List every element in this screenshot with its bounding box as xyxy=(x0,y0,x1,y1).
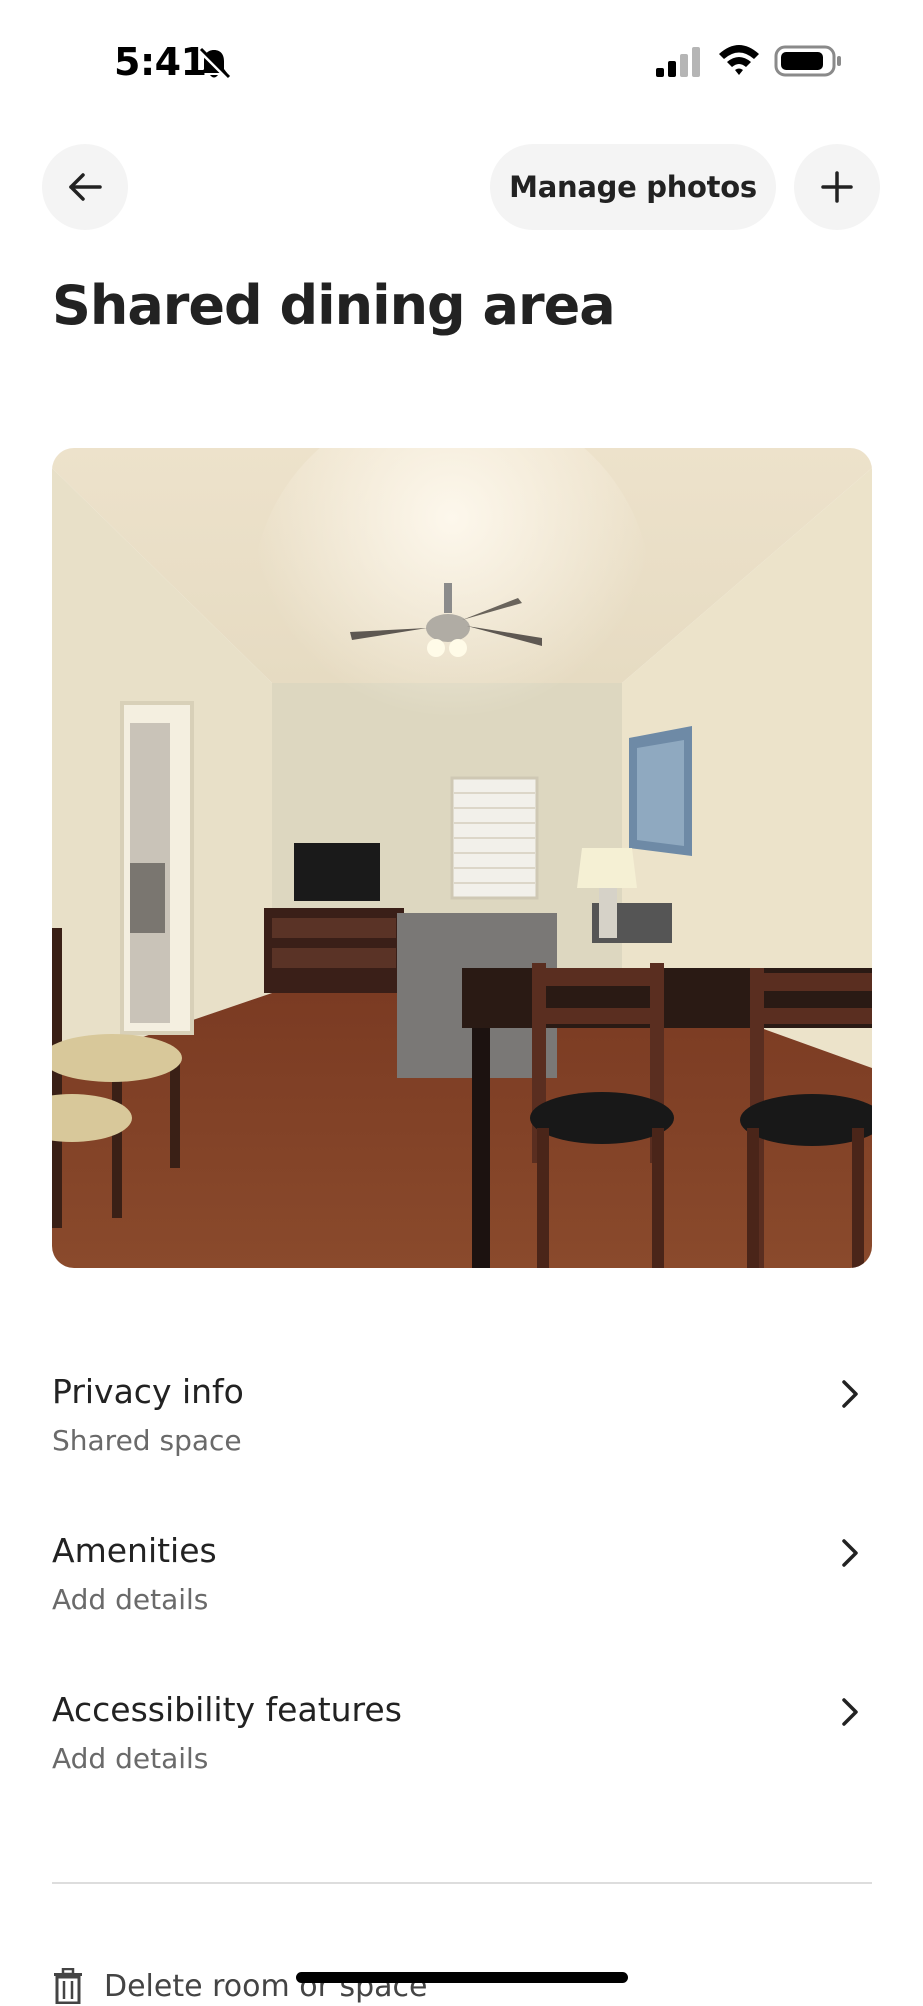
row-subtitle: Shared space xyxy=(52,1424,242,1457)
chevron-right-icon xyxy=(842,1380,858,1408)
row-title: Privacy info xyxy=(52,1372,244,1411)
row-title: Amenities xyxy=(52,1531,217,1570)
bell-slash-icon xyxy=(198,47,231,80)
row-subtitle: Add details xyxy=(52,1583,209,1616)
chevron-right-icon xyxy=(842,1698,858,1726)
home-indicator[interactable] xyxy=(296,1972,628,1983)
add-photo-button[interactable] xyxy=(794,144,880,230)
row-subtitle: Add details xyxy=(52,1742,209,1775)
plus-icon xyxy=(821,171,853,203)
status-bar: 5:41 xyxy=(0,0,923,120)
status-time: 5:41 xyxy=(114,40,207,84)
signal-icon xyxy=(656,47,700,77)
back-button[interactable] xyxy=(42,144,128,230)
row-title: Accessibility features xyxy=(52,1690,402,1729)
manage-photos-button[interactable]: Manage photos xyxy=(490,144,776,230)
amenities-row[interactable]: Amenities Add details xyxy=(52,1531,872,1641)
room-photo[interactable] xyxy=(52,448,872,1268)
arrow-left-icon xyxy=(69,173,102,201)
wifi-icon xyxy=(719,45,759,75)
privacy-info-row[interactable]: Privacy info Shared space xyxy=(52,1372,872,1482)
chevron-right-icon xyxy=(842,1539,858,1567)
trash-icon xyxy=(54,1968,82,2004)
accessibility-features-row[interactable]: Accessibility features Add details xyxy=(52,1690,872,1800)
battery-icon xyxy=(774,45,841,77)
divider xyxy=(52,1882,872,1884)
page-title: Shared dining area xyxy=(52,274,616,337)
